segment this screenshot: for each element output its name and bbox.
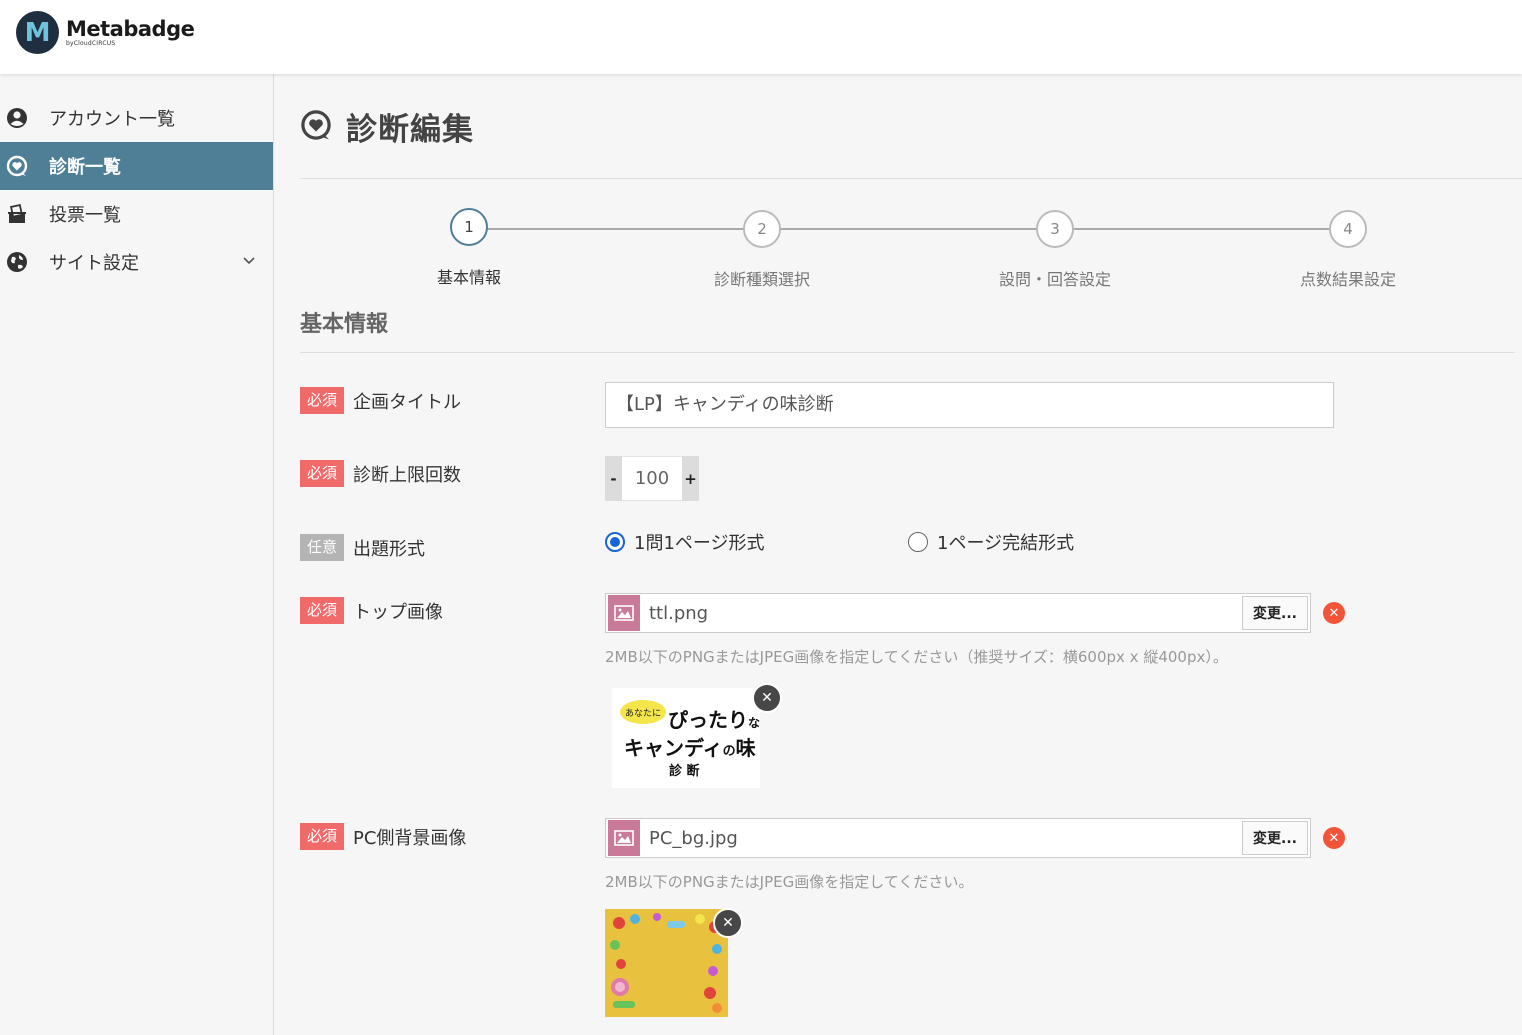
step-number: 2 bbox=[743, 210, 781, 248]
step-1[interactable]: 1 基本情報 bbox=[359, 208, 579, 288]
required-badge: 必須 bbox=[300, 387, 344, 414]
heart-chat-icon bbox=[300, 109, 332, 145]
step-label: 点数結果設定 bbox=[1299, 270, 1396, 289]
remove-file-icon[interactable]: ✕ bbox=[1323, 602, 1345, 624]
top-bar: M Metabadge byCloudCIRCUS bbox=[0, 0, 1522, 74]
increment-button[interactable]: + bbox=[682, 456, 699, 501]
sidebar-item-label: アカウント一覧 bbox=[49, 109, 175, 130]
globe-icon bbox=[6, 251, 28, 273]
preview-bubble: あなたに bbox=[620, 700, 666, 724]
remove-file-icon[interactable]: ✕ bbox=[1323, 827, 1345, 849]
sidebar-item-diagnoses[interactable]: 診断一覧 bbox=[0, 142, 273, 190]
step-label: 設問・回答設定 bbox=[998, 270, 1111, 289]
logo-sub: byCloudCIRCUS bbox=[66, 39, 116, 47]
file-name: PC_bg.jpg bbox=[649, 827, 738, 849]
chevron-down-icon[interactable] bbox=[243, 254, 255, 269]
radio-label: 1問1ページ形式 bbox=[634, 533, 765, 554]
required-badge: 必須 bbox=[300, 460, 344, 487]
preview-line2: キャンディの味 bbox=[624, 736, 756, 760]
remove-preview-icon[interactable]: ✕ bbox=[752, 683, 782, 713]
radio-button[interactable] bbox=[605, 532, 625, 552]
user-circle-icon bbox=[6, 107, 28, 129]
image-file-icon bbox=[608, 595, 640, 631]
required-badge: 必須 bbox=[300, 597, 344, 624]
label-text: 出題形式 bbox=[353, 538, 425, 560]
label-text: 診断上限回数 bbox=[353, 464, 461, 486]
logo-mark: M bbox=[16, 11, 59, 54]
sidebar: アカウント一覧 診断一覧 投票一覧 サイト設定 bbox=[0, 74, 274, 1035]
ballot-box-icon bbox=[6, 203, 28, 225]
change-file-button[interactable]: 変更... bbox=[1242, 596, 1308, 630]
logo-name: Metabadge bbox=[66, 16, 195, 41]
preview-line3: 診 断 bbox=[669, 764, 700, 779]
divider bbox=[300, 178, 1522, 179]
file-name: ttl.png bbox=[649, 602, 709, 624]
label-text: 企画タイトル bbox=[353, 391, 461, 413]
field-label-pc-bg-image: 必須 PC側背景画像 bbox=[300, 823, 466, 850]
limit-stepper: - 100 + bbox=[605, 456, 699, 501]
sidebar-item-label: 診断一覧 bbox=[49, 157, 121, 178]
top-image-hint: 2MB以下のPNGまたはJPEG画像を指定してください（推奨サイズ：横600px… bbox=[605, 648, 1228, 666]
radio-label: 1ページ完結形式 bbox=[937, 533, 1075, 554]
top-image-file-input[interactable]: ttl.png 変更... bbox=[605, 593, 1311, 633]
candy-pattern bbox=[605, 909, 728, 1017]
step-2[interactable]: 2 診断種類選択 bbox=[652, 210, 872, 290]
sidebar-item-label: サイト設定 bbox=[49, 253, 139, 274]
step-3[interactable]: 3 設問・回答設定 bbox=[945, 210, 1165, 290]
section-title: 基本情報 bbox=[300, 312, 389, 337]
metabadge-logo[interactable]: M Metabadge byCloudCIRCUS bbox=[16, 11, 195, 54]
heart-chat-icon bbox=[6, 155, 28, 177]
pc-bg-image-hint: 2MB以下のPNGまたはJPEG画像を指定してください。 bbox=[605, 873, 974, 891]
step-number: 4 bbox=[1329, 210, 1367, 248]
step-connector bbox=[482, 228, 1362, 230]
divider bbox=[300, 352, 1515, 353]
page-header: 診断編集 bbox=[300, 104, 474, 149]
pc-bg-image-file-input[interactable]: PC_bg.jpg 変更... bbox=[605, 818, 1311, 858]
step-number: 3 bbox=[1036, 210, 1074, 248]
step-label: 基本情報 bbox=[436, 268, 501, 287]
pc-bg-image-preview bbox=[605, 909, 728, 1017]
title-input[interactable]: 【LP】キャンディの味診断 bbox=[605, 382, 1334, 428]
field-label-limit: 必須 診断上限回数 bbox=[300, 460, 461, 487]
field-label-format: 任意 出題形式 bbox=[300, 534, 425, 561]
preview-line1: ぴったりな bbox=[668, 708, 761, 732]
label-text: トップ画像 bbox=[353, 601, 443, 623]
step-4[interactable]: 4 点数結果設定 bbox=[1238, 210, 1458, 290]
radio-button[interactable] bbox=[908, 532, 928, 552]
remove-preview-icon[interactable]: ✕ bbox=[713, 908, 743, 938]
top-image-preview: あなたに ぴったりな キャンディの味 診 断 bbox=[612, 688, 760, 788]
sidebar-item-accounts[interactable]: アカウント一覧 bbox=[0, 94, 273, 142]
optional-badge: 任意 bbox=[300, 534, 344, 561]
field-label-top-image: 必須 トップ画像 bbox=[300, 597, 443, 624]
required-badge: 必須 bbox=[300, 823, 344, 850]
image-file-icon bbox=[608, 820, 640, 856]
wizard-steps: 1 基本情報 2 診断種類選択 3 設問・回答設定 4 点数結果設定 bbox=[300, 208, 1522, 298]
field-label-title: 必須 企画タイトル bbox=[300, 387, 461, 414]
label-text: PC側背景画像 bbox=[353, 827, 467, 849]
page-title: 診断編集 bbox=[346, 112, 474, 148]
sidebar-item-site-settings[interactable]: サイト設定 bbox=[0, 238, 273, 286]
step-number: 1 bbox=[450, 208, 488, 246]
sidebar-item-label: 投票一覧 bbox=[49, 205, 121, 226]
limit-input[interactable]: 100 bbox=[622, 456, 682, 501]
decrement-button[interactable]: - bbox=[605, 456, 622, 501]
step-label: 診断種類選択 bbox=[713, 270, 810, 289]
radio-single-page[interactable]: 1ページ完結形式 bbox=[908, 529, 1074, 555]
radio-one-per-page[interactable]: 1問1ページ形式 bbox=[605, 529, 765, 555]
change-file-button[interactable]: 変更... bbox=[1242, 821, 1308, 855]
sidebar-item-votes[interactable]: 投票一覧 bbox=[0, 190, 273, 238]
